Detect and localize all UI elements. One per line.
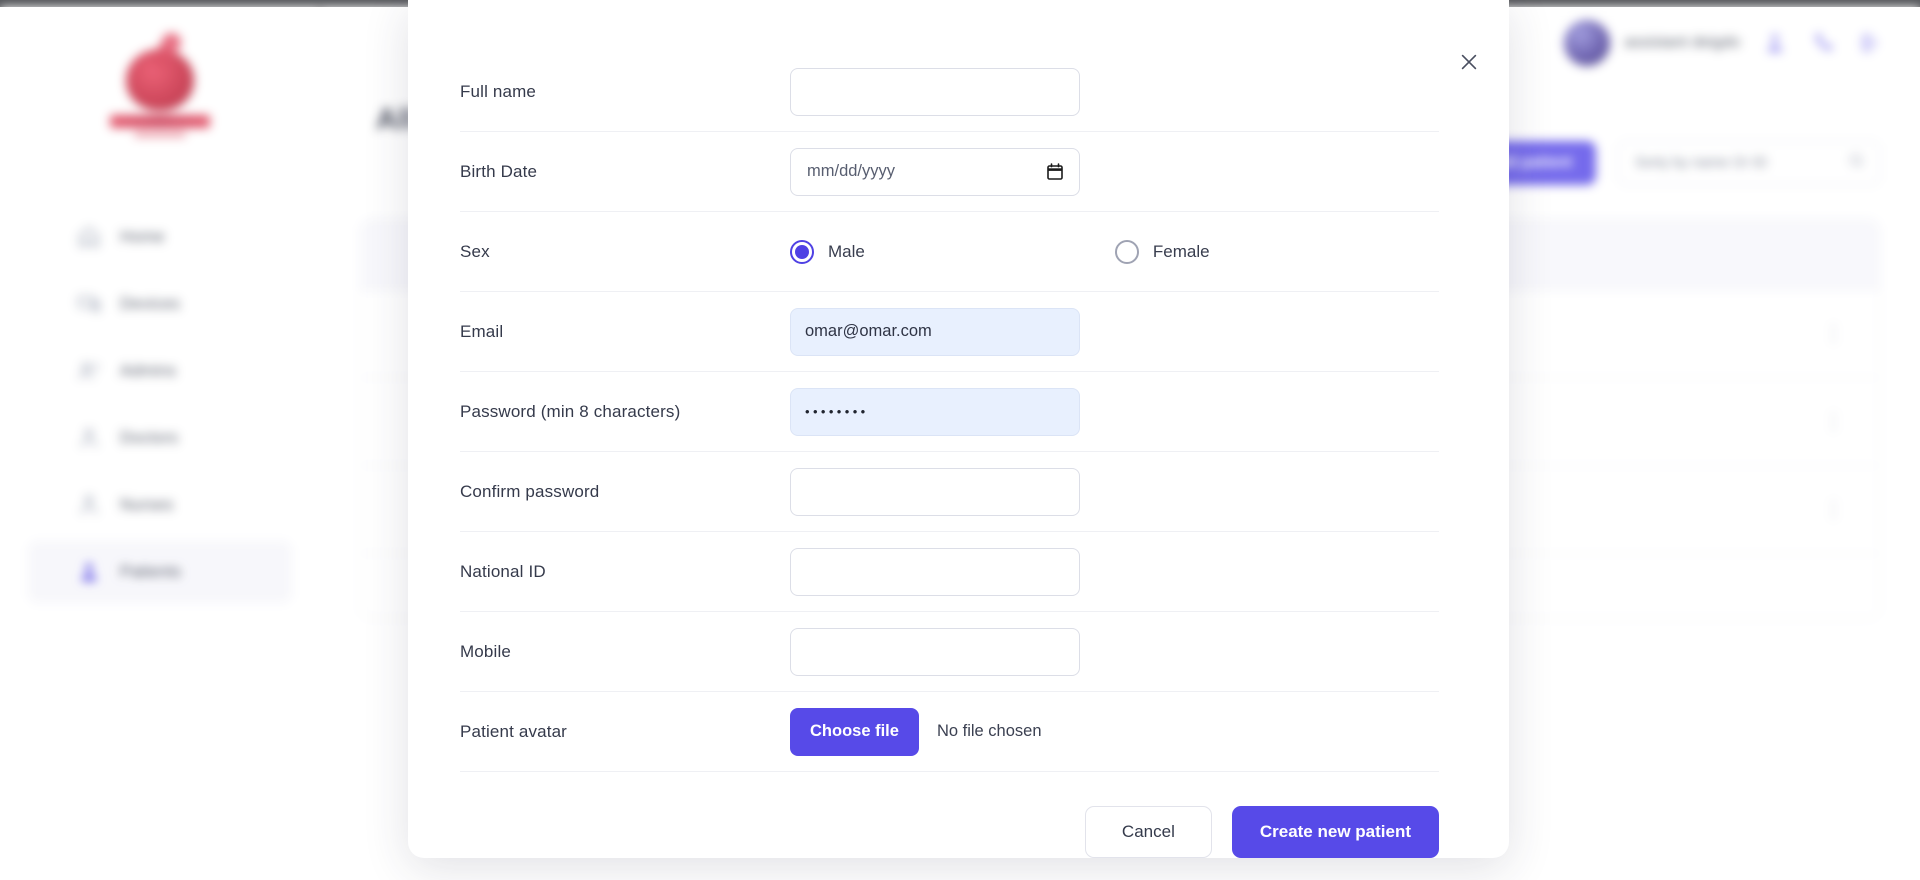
modal-footer: Cancel Create new patient [460, 772, 1509, 858]
email-input[interactable] [790, 308, 1080, 356]
field-label: Confirm password [460, 482, 790, 502]
field-row-email: Email [460, 292, 1439, 372]
field-label: Password (min 8 characters) [460, 402, 790, 422]
create-new-patient-button[interactable]: Create new patient [1232, 806, 1439, 858]
radio-dot-female[interactable] [1115, 240, 1139, 264]
create-patient-modal: Full name Birth Date mm/dd/yyyy [408, 0, 1509, 858]
field-control [790, 68, 1439, 116]
field-control: •••••••• [790, 388, 1439, 436]
field-control: mm/dd/yyyy [790, 148, 1439, 196]
field-row-confirm-password: Confirm password [460, 452, 1439, 532]
password-masked-value: •••••••• [805, 404, 869, 419]
field-label: Mobile [460, 642, 790, 662]
field-label: National ID [460, 562, 790, 582]
field-label: Email [460, 322, 790, 342]
file-status-text: No file chosen [937, 722, 1042, 741]
birth-date-input[interactable]: mm/dd/yyyy [790, 148, 1080, 196]
field-row-mobile: Mobile [460, 612, 1439, 692]
confirm-password-input[interactable] [790, 468, 1080, 516]
field-control [790, 308, 1439, 356]
radio-label: Male [828, 242, 865, 262]
birth-date-placeholder: mm/dd/yyyy [807, 162, 895, 181]
field-row-full-name: Full name [460, 52, 1439, 132]
radio-label: Female [1153, 242, 1210, 262]
field-control: Male Female [790, 240, 1439, 264]
field-label: Full name [460, 82, 790, 102]
radio-dot-male[interactable] [790, 240, 814, 264]
field-control [790, 628, 1439, 676]
cancel-button[interactable]: Cancel [1085, 806, 1212, 858]
field-row-password: Password (min 8 characters) •••••••• [460, 372, 1439, 452]
field-control: Choose file No file chosen [790, 708, 1439, 756]
calendar-icon[interactable] [1047, 163, 1063, 180]
sex-radio-group: Male Female [790, 240, 1439, 264]
field-control [790, 548, 1439, 596]
close-icon[interactable] [1447, 40, 1491, 84]
password-input[interactable]: •••••••• [790, 388, 1080, 436]
full-name-input[interactable] [790, 68, 1080, 116]
field-row-sex: Sex Male Female [460, 212, 1439, 292]
radio-option-female[interactable]: Female [1115, 240, 1210, 264]
field-control [790, 468, 1439, 516]
radio-option-male[interactable]: Male [790, 240, 865, 264]
field-label: Sex [460, 242, 790, 262]
field-row-birth-date: Birth Date mm/dd/yyyy [460, 132, 1439, 212]
field-label: Patient avatar [460, 722, 790, 742]
field-row-national-id: National ID [460, 532, 1439, 612]
mobile-input[interactable] [790, 628, 1080, 676]
choose-file-button[interactable]: Choose file [790, 708, 919, 756]
field-label: Birth Date [460, 162, 790, 182]
national-id-input[interactable] [790, 548, 1080, 596]
field-row-patient-avatar: Patient avatar Choose file No file chose… [460, 692, 1439, 772]
modal-body: Full name Birth Date mm/dd/yyyy [408, 0, 1509, 772]
